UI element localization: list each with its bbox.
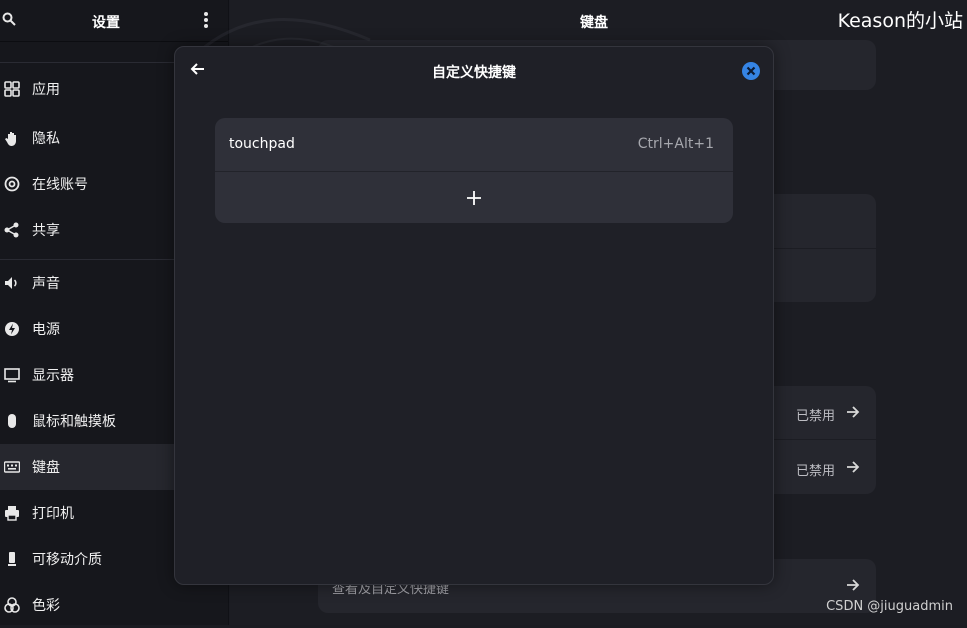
apps-grid-icon <box>4 81 20 97</box>
arrow-right-icon[interactable] <box>846 405 860 419</box>
sidebar-item-label: 打印机 <box>32 503 74 523</box>
color-icon <box>4 597 20 613</box>
sidebar-item-label: 电源 <box>32 319 60 339</box>
sidebar-item-label: 隐私 <box>32 128 60 148</box>
share-icon <box>4 222 20 238</box>
sidebar-item-label: 鼠标和触摸板 <box>32 411 116 431</box>
row-status-label: 已禁用 <box>796 405 835 424</box>
shortcut-accelerator: Ctrl+Alt+1 <box>638 136 714 152</box>
hand-icon <box>4 130 20 146</box>
sidebar-item-label: 应用 <box>32 79 60 99</box>
at-sign-icon <box>4 176 20 192</box>
shortcut-row[interactable]: touchpad Ctrl+Alt+1 <box>215 118 733 172</box>
row-status-label: 已禁用 <box>796 460 835 479</box>
mouse-icon <box>4 413 20 429</box>
sidebar-item-color[interactable]: 色彩 <box>0 582 228 628</box>
sidebar-item-label: 共享 <box>32 220 60 240</box>
add-shortcut-button[interactable] <box>215 173 733 223</box>
close-icon[interactable] <box>741 61 761 81</box>
speaker-icon <box>4 275 20 291</box>
sidebar-item-label: 显示器 <box>32 365 74 385</box>
sidebar-item-label: 键盘 <box>32 457 60 477</box>
display-icon <box>4 367 20 383</box>
page-title: 键盘 <box>580 12 608 32</box>
sidebar-item-label: 声音 <box>32 273 60 293</box>
plus-icon <box>467 191 481 205</box>
sidebar-item-label: 在线账号 <box>32 174 88 194</box>
watermark-top: Keason的小站 <box>838 6 963 33</box>
dialog-title: 自定义快捷键 <box>175 62 773 82</box>
arrow-right-icon[interactable] <box>846 460 860 474</box>
custom-shortcuts-dialog: 自定义快捷键 touchpad Ctrl+Alt+1 <box>174 46 774 585</box>
sidebar-item-label: 色彩 <box>32 595 60 615</box>
keyboard-icon <box>4 459 20 475</box>
shortcut-name: touchpad <box>229 136 295 152</box>
search-icon[interactable] <box>2 12 16 26</box>
shortcut-list: touchpad Ctrl+Alt+1 <box>215 118 733 223</box>
sidebar-item-label: 可移动介质 <box>32 549 102 569</box>
sidebar-title: 设置 <box>92 12 120 32</box>
power-icon <box>4 321 20 337</box>
usb-drive-icon <box>4 551 20 567</box>
arrow-right-icon[interactable] <box>846 578 860 592</box>
printer-icon <box>4 505 20 521</box>
watermark-bottom: CSDN @jiuguadmin <box>826 599 953 614</box>
